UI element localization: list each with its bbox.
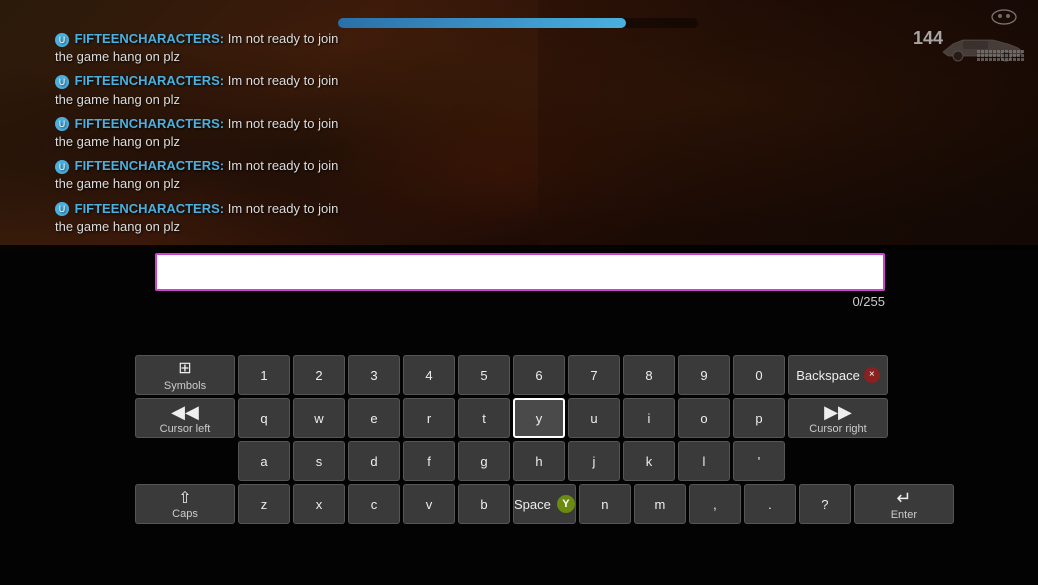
cursor-right-key[interactable]: ▶▶ Cursor right — [788, 398, 888, 438]
key-i[interactable]: i — [623, 398, 675, 438]
chat-username-2: FIFTEENCHARACTERS: — [75, 73, 225, 88]
chat-text-input[interactable] — [155, 253, 885, 291]
symbols-label: Symbols — [164, 380, 206, 392]
symbols-icon: ⊞ — [178, 358, 191, 378]
key-t[interactable]: t — [458, 398, 510, 438]
chat-message-2: U FIFTEENCHARACTERS: Im not ready to joi… — [55, 72, 350, 108]
chat-area: U FIFTEENCHARACTERS: Im not ready to joi… — [55, 30, 350, 242]
key-f[interactable]: f — [403, 441, 455, 481]
row3-right-spacer — [788, 441, 888, 481]
hud-dots — [977, 50, 1024, 61]
caps-key[interactable]: ⇧ Caps — [135, 484, 235, 524]
key-l[interactable]: l — [678, 441, 730, 481]
key-apostrophe[interactable]: ' — [733, 441, 785, 481]
chat-username-4: FIFTEENCHARACTERS: — [75, 158, 225, 173]
cursor-right-icon: ▶▶ — [824, 402, 852, 423]
chat-message-5: U FIFTEENCHARACTERS: Im not ready to joi… — [55, 200, 350, 236]
key-p[interactable]: p — [733, 398, 785, 438]
chat-icon-2: U — [55, 75, 69, 89]
space-key[interactable]: Space Y — [513, 484, 576, 524]
enter-key[interactable]: ↵ Enter — [854, 484, 954, 524]
chat-icon-3: U — [55, 117, 69, 131]
key-e[interactable]: e — [348, 398, 400, 438]
caps-label: Caps — [172, 508, 198, 520]
progress-bar-fill — [338, 18, 626, 28]
char-count: 0/255 — [155, 294, 885, 309]
key-d[interactable]: d — [348, 441, 400, 481]
cursor-left-key[interactable]: ◀◀ Cursor left — [135, 398, 235, 438]
cursor-left-label: Cursor left — [160, 423, 211, 435]
key-1[interactable]: 1 — [238, 355, 290, 395]
chat-message-4: U FIFTEENCHARACTERS: Im not ready to joi… — [55, 157, 350, 193]
chat-message-1: U FIFTEENCHARACTERS: Im not ready to joi… — [55, 30, 350, 66]
key-4[interactable]: 4 — [403, 355, 455, 395]
key-j[interactable]: j — [568, 441, 620, 481]
cursor-left-icon: ◀◀ — [171, 402, 199, 423]
key-z[interactable]: z — [238, 484, 290, 524]
space-badge: Y — [557, 495, 575, 513]
key-5[interactable]: 5 — [458, 355, 510, 395]
symbols-key[interactable]: ⊞ Symbols — [135, 355, 235, 395]
key-m[interactable]: m — [634, 484, 686, 524]
key-o[interactable]: o — [678, 398, 730, 438]
space-label: Space — [514, 497, 551, 512]
key-x[interactable]: x — [293, 484, 345, 524]
key-v[interactable]: v — [403, 484, 455, 524]
chat-icon-1: U — [55, 33, 69, 47]
hud-top-right — [990, 8, 1018, 26]
keyboard-row-1: ⊞ Symbols 1 2 3 4 5 6 7 8 9 0 Backspace … — [135, 355, 905, 395]
chat-username-3: FIFTEENCHARACTERS: — [75, 116, 225, 131]
key-a[interactable]: a — [238, 441, 290, 481]
cursor-right-label: Cursor right — [809, 423, 866, 435]
key-question[interactable]: ? — [799, 484, 851, 524]
key-u[interactable]: u — [568, 398, 620, 438]
key-y[interactable]: y — [513, 398, 565, 438]
backspace-key[interactable]: Backspace × — [788, 355, 888, 395]
caps-icon: ⇧ — [178, 488, 191, 508]
backspace-label: Backspace — [796, 368, 860, 383]
key-0[interactable]: 0 — [733, 355, 785, 395]
key-b[interactable]: b — [458, 484, 510, 524]
enter-label: Enter — [891, 509, 917, 521]
progress-bar-container — [338, 18, 698, 28]
keyboard-row-2: ◀◀ Cursor left q w e r t y u i o p ▶▶ Cu… — [135, 398, 905, 438]
text-input-container: 0/255 — [155, 253, 885, 309]
key-g[interactable]: g — [458, 441, 510, 481]
virtual-keyboard: ⊞ Symbols 1 2 3 4 5 6 7 8 9 0 Backspace … — [135, 355, 905, 527]
key-9[interactable]: 9 — [678, 355, 730, 395]
key-2[interactable]: 2 — [293, 355, 345, 395]
backspace-badge: × — [864, 367, 880, 383]
key-8[interactable]: 8 — [623, 355, 675, 395]
key-q[interactable]: q — [238, 398, 290, 438]
key-k[interactable]: k — [623, 441, 675, 481]
hud-controller-icon — [990, 8, 1018, 26]
key-3[interactable]: 3 — [348, 355, 400, 395]
key-comma[interactable]: , — [689, 484, 741, 524]
chat-icon-5: U — [55, 202, 69, 216]
key-n[interactable]: n — [579, 484, 631, 524]
enter-icon: ↵ — [896, 488, 911, 509]
key-7[interactable]: 7 — [568, 355, 620, 395]
key-h[interactable]: h — [513, 441, 565, 481]
key-c[interactable]: c — [348, 484, 400, 524]
keyboard-row-4: ⇧ Caps z x c v b Space Y n m , . ? ↵ Ent… — [135, 484, 905, 524]
chat-username-1: FIFTEENCHARACTERS: — [75, 31, 225, 46]
key-period[interactable]: . — [744, 484, 796, 524]
key-s[interactable]: s — [293, 441, 345, 481]
chat-username-5: FIFTEENCHARACTERS: — [75, 201, 225, 216]
key-r[interactable]: r — [403, 398, 455, 438]
key-6[interactable]: 6 — [513, 355, 565, 395]
chat-icon-4: U — [55, 160, 69, 174]
chat-message-3: U FIFTEENCHARACTERS: Im not ready to joi… — [55, 115, 350, 151]
key-w[interactable]: w — [293, 398, 345, 438]
keyboard-row-3: a s d f g h j k l ' — [135, 441, 905, 481]
row3-left-spacer — [135, 441, 235, 481]
